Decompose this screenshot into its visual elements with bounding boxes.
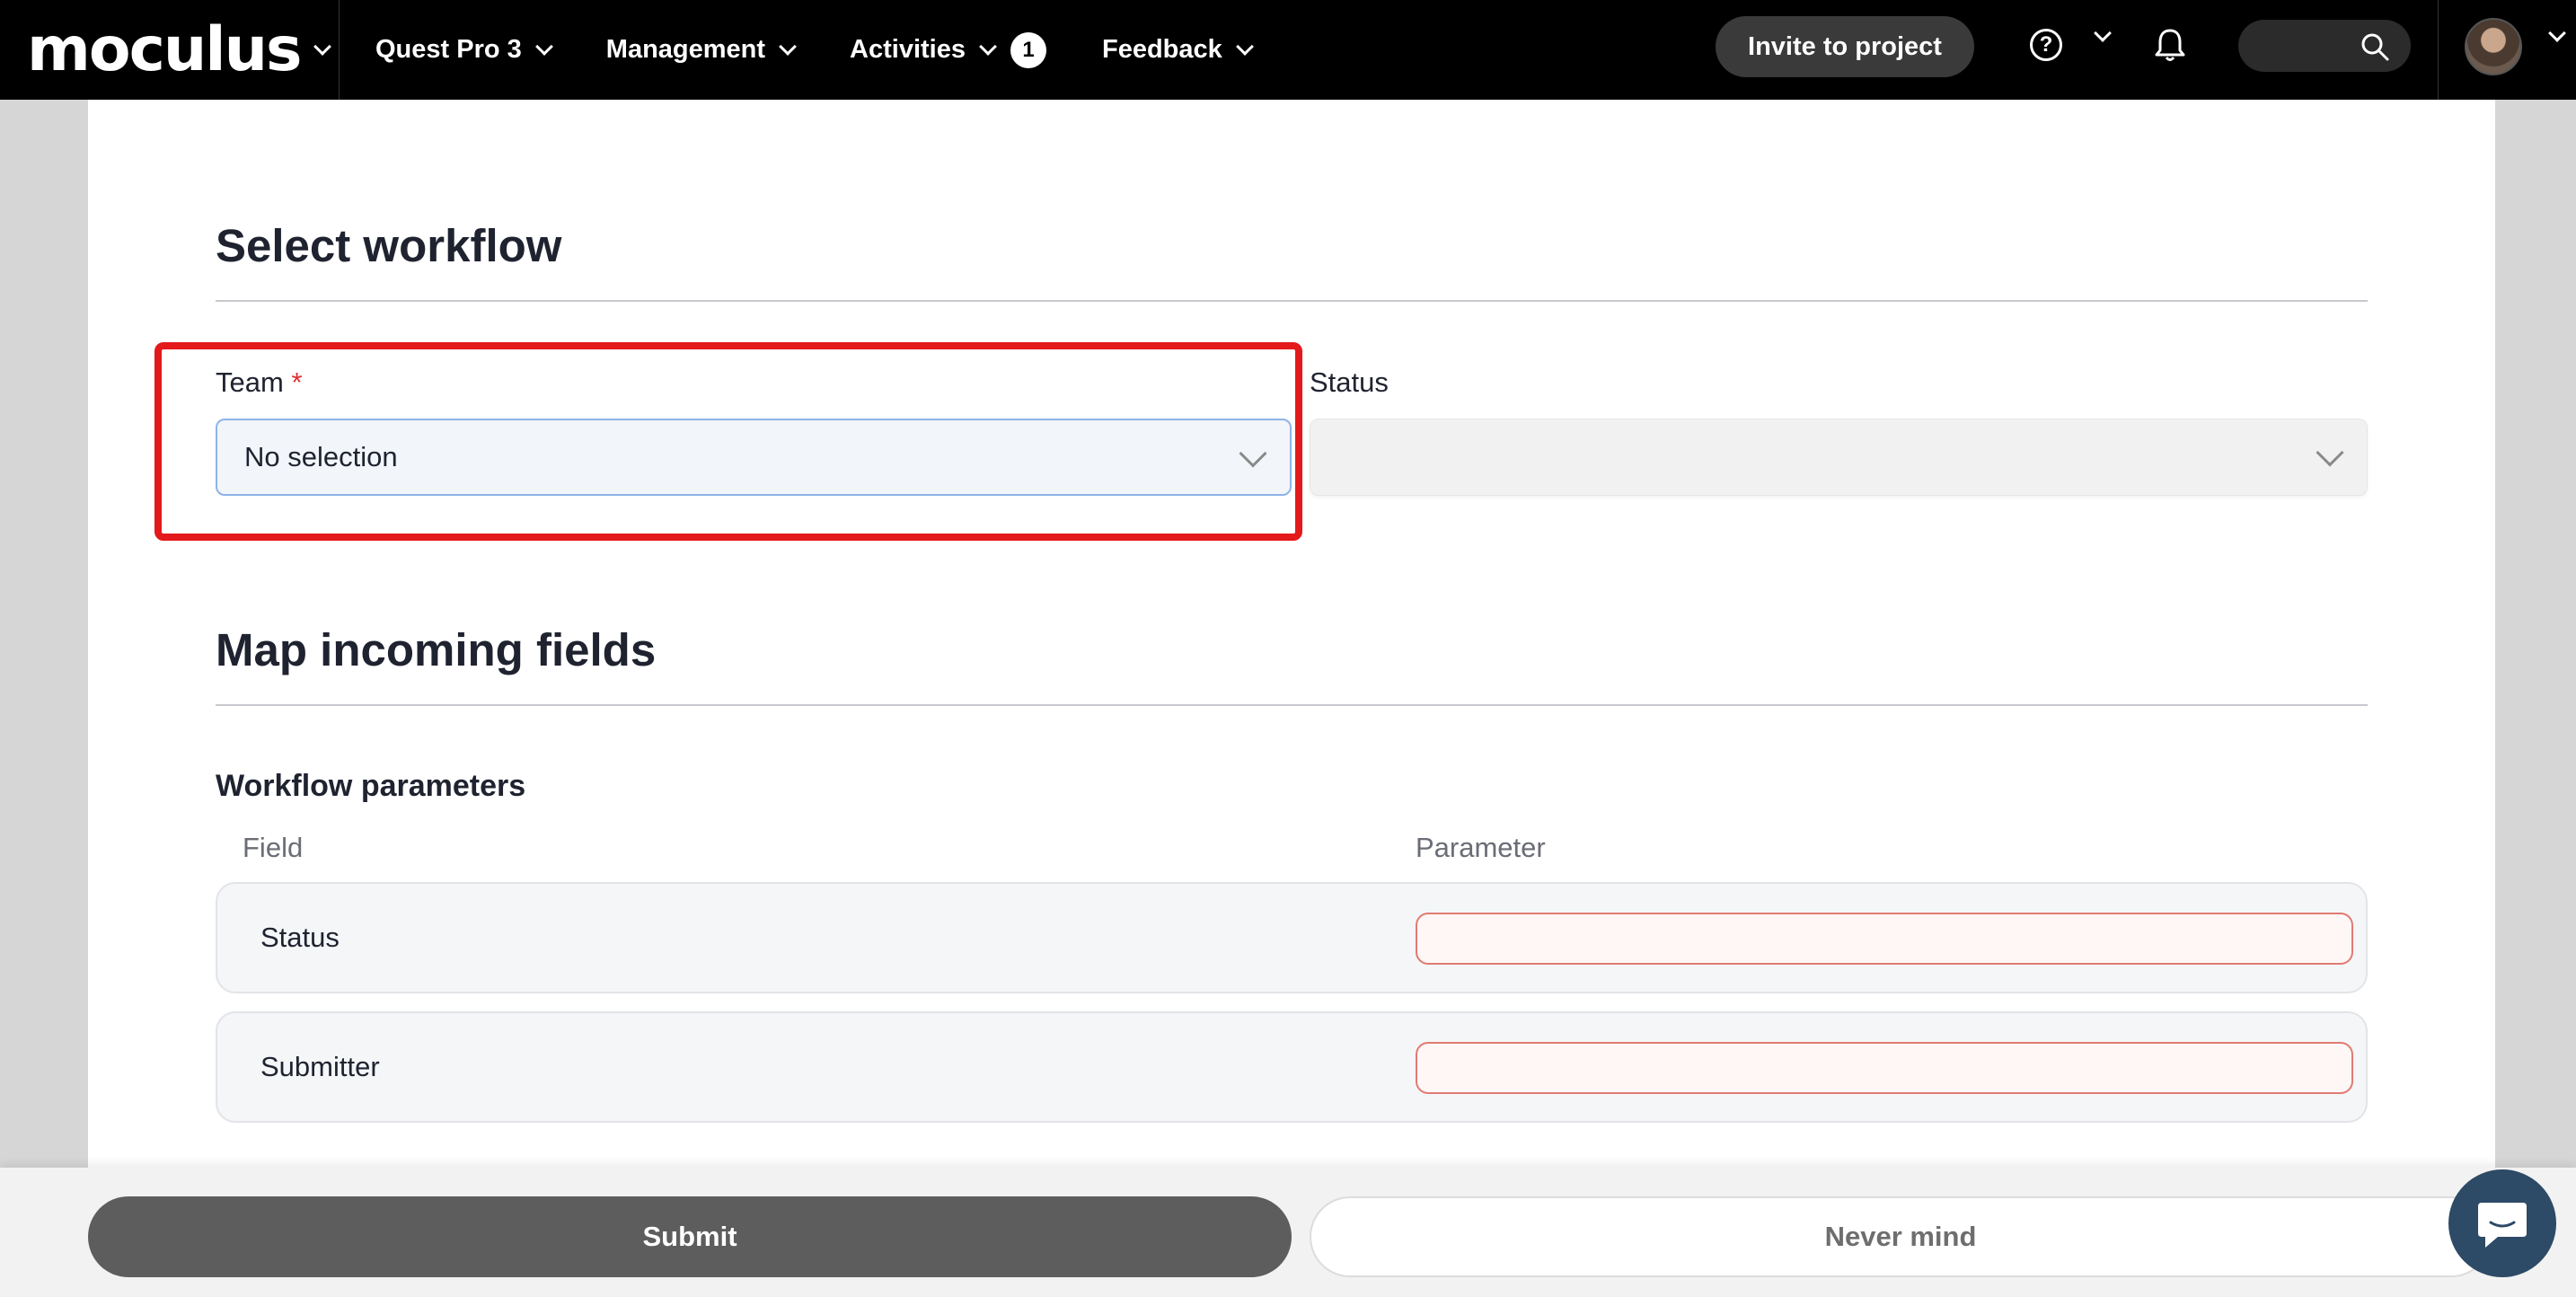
nav-item-label: Feedback [1102, 35, 1222, 64]
search-icon[interactable] [2359, 31, 2391, 63]
top-navigation-bar: moculus Quest Pro 3 Management Activitie… [0, 0, 2576, 100]
nav-item-label: Activities [850, 35, 966, 64]
chevron-down-icon [534, 37, 553, 56]
workflow-parameters-heading: Workflow parameters [216, 769, 526, 803]
field-name: Status [260, 922, 340, 953]
chevron-down-icon [313, 37, 332, 56]
submit-button[interactable]: Submit [88, 1196, 1292, 1277]
section-divider [216, 704, 2368, 706]
help-icon[interactable]: ? [2030, 29, 2062, 61]
chevron-down-icon [2316, 438, 2344, 467]
chevron-down-icon [979, 37, 997, 56]
parameter-column-header: Parameter [1416, 832, 1546, 863]
parameter-input-submitter[interactable] [1416, 1042, 2353, 1094]
table-row: Status [216, 882, 2368, 993]
section-divider [216, 300, 2368, 302]
never-mind-button[interactable]: Never mind [1310, 1196, 2492, 1277]
chevron-down-icon [1235, 37, 1254, 56]
field-name: Submitter [260, 1051, 380, 1082]
chat-bubble-icon [2478, 1203, 2527, 1248]
bell-icon[interactable] [2154, 27, 2186, 63]
highlight-box [154, 342, 1302, 541]
status-label: Status [1310, 366, 1389, 398]
map-incoming-fields-heading: Map incoming fields [216, 624, 657, 675]
table-row: Submitter [216, 1011, 2368, 1123]
field-column-header: Field [243, 832, 304, 863]
nav-item-feedback[interactable]: Feedback [1091, 0, 1262, 100]
nav-item-management[interactable]: Management [595, 0, 805, 100]
select-workflow-heading: Select workflow [216, 220, 562, 271]
nav-item-label: Quest Pro 3 [375, 35, 522, 64]
chevron-down-icon [779, 37, 797, 56]
nav-item-label: Management [605, 35, 766, 64]
status-select[interactable] [1310, 419, 2368, 496]
nav-item-activities[interactable]: Activities 1 [839, 0, 1057, 100]
nav-item-quest-pro-3[interactable]: Quest Pro 3 [365, 0, 561, 100]
nav-divider [2438, 0, 2439, 100]
parameter-input-status[interactable] [1416, 913, 2353, 965]
logo-menu[interactable]: moculus [0, 0, 340, 100]
chat-support-button[interactable] [2448, 1169, 2556, 1277]
moculus-logo: moculus [27, 13, 302, 85]
notification-count-badge: 1 [1010, 31, 1046, 68]
avatar[interactable] [2465, 18, 2522, 75]
invite-to-project-button[interactable]: Invite to project [1716, 16, 1974, 77]
